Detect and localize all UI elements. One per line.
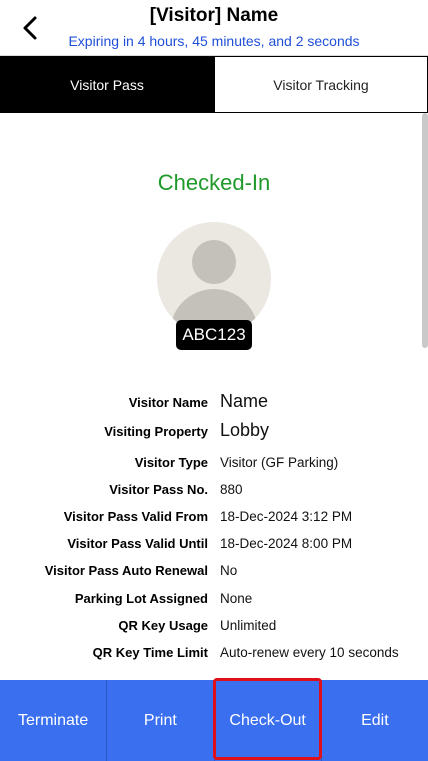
avatar bbox=[157, 222, 271, 336]
detail-label: Visiting Property bbox=[104, 424, 208, 439]
detail-value: 880 bbox=[220, 482, 243, 497]
pass-content: Checked-In ABC123 Visitor Name Name Visi… bbox=[0, 113, 428, 680]
detail-label: Visitor Pass No. bbox=[109, 482, 208, 497]
detail-value: 18-Dec-2024 8:00 PM bbox=[220, 536, 353, 551]
checkin-status: Checked-In bbox=[157, 170, 271, 195]
detail-row-visitor-name: Visitor Name Name bbox=[0, 391, 428, 420]
tab-visitor-pass[interactable]: Visitor Pass bbox=[0, 56, 214, 113]
detail-value: Name bbox=[220, 391, 269, 411]
tab-visitor-tracking[interactable]: Visitor Tracking bbox=[214, 56, 428, 113]
checkout-button[interactable]: Check-Out bbox=[215, 680, 322, 761]
detail-value: Auto-renew every 10 seconds bbox=[220, 645, 399, 660]
terminate-button[interactable]: Terminate bbox=[0, 680, 108, 761]
header: [Visitor] Name Expiring in 4 hours, 45 m… bbox=[0, 0, 428, 56]
detail-value: No bbox=[220, 563, 238, 578]
detail-value: Lobby bbox=[220, 420, 270, 440]
detail-label: QR Key Usage bbox=[118, 618, 208, 633]
vehicle-plate-badge: ABC123 bbox=[176, 320, 252, 350]
detail-row-pass-no: Visitor Pass No. 880 bbox=[0, 482, 428, 509]
detail-value: None bbox=[220, 591, 253, 606]
detail-row-valid-until: Visitor Pass Valid Until 18-Dec-2024 8:0… bbox=[0, 536, 428, 563]
detail-row-valid-from: Visitor Pass Valid From 18-Dec-2024 3:12… bbox=[0, 509, 428, 536]
detail-row-auto-renewal: Visitor Pass Auto Renewal No bbox=[0, 563, 428, 591]
detail-row-qr-usage: QR Key Usage Unlimited bbox=[0, 618, 428, 645]
detail-label: Visitor Name bbox=[128, 395, 208, 410]
detail-row-visiting-property: Visiting Property Lobby bbox=[0, 420, 428, 455]
details-list: Visitor Name Name Visiting Property Lobb… bbox=[0, 391, 428, 672]
detail-row-qr-time-limit: QR Key Time Limit Auto-renew every 10 se… bbox=[0, 645, 428, 672]
detail-row-visitor-type: Visitor Type Visitor (GF Parking) bbox=[0, 455, 428, 482]
detail-label: Parking Lot Assigned bbox=[74, 591, 208, 606]
detail-value: 18-Dec-2024 3:12 PM bbox=[220, 509, 353, 524]
tab-bar: Visitor Pass Visitor Tracking bbox=[0, 56, 428, 113]
detail-label: Visitor Pass Valid Until bbox=[67, 536, 208, 551]
print-button[interactable]: Print bbox=[107, 680, 215, 761]
avatar-head bbox=[192, 240, 236, 284]
detail-label: QR Key Time Limit bbox=[92, 645, 208, 660]
edit-button[interactable]: Edit bbox=[322, 680, 428, 761]
detail-value: Unlimited bbox=[220, 618, 277, 633]
detail-row-parking-lot: Parking Lot Assigned None bbox=[0, 591, 428, 618]
expiry-subtitle: Expiring in 4 hours, 45 minutes, and 2 s… bbox=[68, 33, 360, 49]
detail-label: Visitor Type bbox=[134, 455, 208, 470]
detail-label: Visitor Pass Auto Renewal bbox=[44, 563, 208, 578]
detail-label: Visitor Pass Valid From bbox=[63, 509, 208, 524]
action-bar: Terminate Print Check-Out Edit bbox=[0, 680, 428, 761]
content-scrollbar[interactable] bbox=[422, 113, 428, 348]
detail-value: Visitor (GF Parking) bbox=[220, 455, 339, 470]
page-title: [Visitor] Name bbox=[149, 5, 279, 26]
